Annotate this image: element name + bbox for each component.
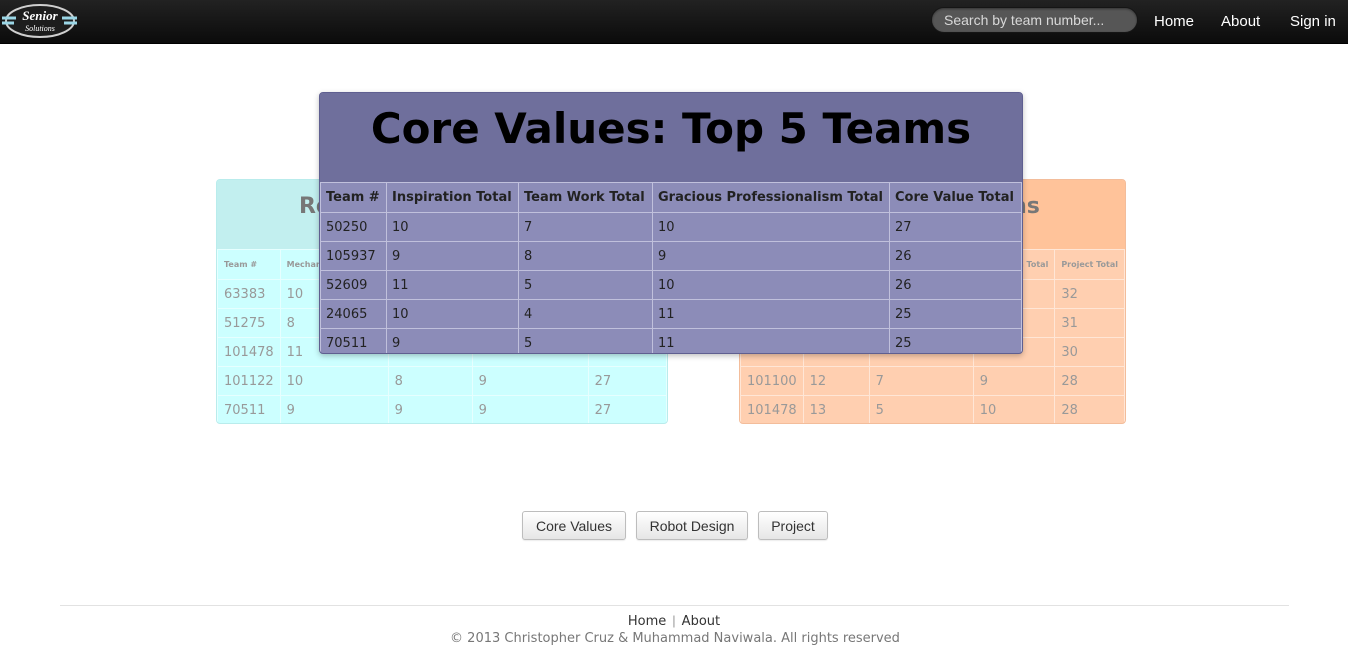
table-cell: 32 [1054,279,1125,309]
table-cell: 9 [471,395,589,423]
table-cell: 28 [1054,395,1125,423]
table-cell: 63383 [217,279,281,309]
table-cell: 25 [889,299,1022,329]
table-cell: 28 [1054,366,1125,396]
table-row: 101100 12 7 9 28 [740,366,1125,396]
footer-divider [60,605,1289,606]
table-cell: 26 [889,270,1022,300]
table-cell: 8 [387,366,473,396]
table-header-row: Team # Inspiration Total Team Work Total… [320,182,1022,213]
table-cell: 31 [1054,308,1125,338]
table-cell: 101478 [740,395,804,423]
search-input[interactable] [931,7,1138,33]
table-cell: 12 [802,366,870,396]
table-cell: 9 [387,395,473,423]
table-cell: 101100 [740,366,804,396]
svg-text:Senior: Senior [22,8,58,23]
table-cell: 8 [518,241,653,271]
table-row: 70511 9 9 9 27 [217,395,667,423]
core-values-button[interactable]: Core Values [522,511,626,540]
table-cell: 70511 [320,328,387,353]
table-cell: 105937 [320,241,387,271]
core-values-table: Team # Inspiration Total Team Work Total… [320,182,1022,353]
table-cell: 11 [386,270,519,300]
copyright-text: © 2013 Christopher Cruz & Muhammad Naviw… [450,631,900,646]
svg-text:Solutions: Solutions [25,24,55,33]
table-cell: 27 [587,366,667,396]
table-cell: 9 [471,366,589,396]
table-cell: 25 [889,328,1022,353]
table-row: 105937 9 8 9 26 [320,241,1022,271]
table-row: 50250 10 7 10 27 [320,212,1022,242]
table-cell: 11 [652,299,890,329]
table-cell: 7 [518,212,653,242]
table-cell: 10 [386,212,519,242]
column-header-core-value-total: Core Value Total [889,182,1022,213]
table-cell: 9 [652,241,890,271]
table-row: 52609 11 5 10 26 [320,270,1022,300]
table-cell: 50250 [320,212,387,242]
table-cell: 27 [587,395,667,423]
robot-design-button[interactable]: Robot Design [636,511,748,540]
footer-links: Home | About [0,613,1348,629]
column-header-team-work-total: Team Work Total [518,182,653,213]
table-row: 24065 10 4 11 25 [320,299,1022,329]
table-cell: 9 [972,366,1056,396]
table-cell: 10 [652,212,890,242]
table-cell: 10 [279,366,389,396]
table-cell: 24065 [320,299,387,329]
column-header-gracious-professionalism-total: Gracious Professionalism Total [652,182,890,213]
navbar: Senior Solutions Home About Sign in [0,0,1348,44]
table-cell: 4 [518,299,653,329]
nav-link-sign-in[interactable]: Sign in [1290,13,1336,30]
table-cell: 5 [868,395,974,423]
table-cell: 51275 [217,308,281,338]
senior-solutions-logo[interactable]: Senior Solutions [0,2,78,40]
column-header: Team # [217,249,281,280]
footer-link-about[interactable]: About [682,614,720,629]
table-row: 101478 13 5 10 28 [740,395,1125,423]
core-values-title: Core Values: Top 5 Teams [370,104,972,153]
table-cell: 101478 [217,337,281,367]
table-cell: 9 [386,328,519,353]
table-cell: 5 [518,328,653,353]
footer-separator: | [672,613,676,628]
table-cell: 27 [889,212,1022,242]
nav-link-about[interactable]: About [1221,13,1260,30]
core-values-header: Core Values: Top 5 Teams [320,93,1022,182]
table-row: 70511 9 5 11 25 [320,328,1022,353]
table-cell: 13 [802,395,870,423]
table-row: 101122 10 8 9 27 [217,366,667,396]
table-cell: 52609 [320,270,387,300]
nav-link-home[interactable]: Home [1154,13,1194,30]
table-cell: 7 [868,366,974,396]
table-cell: 9 [279,395,389,423]
column-header-inspiration-total: Inspiration Total [386,182,519,213]
table-cell: 10 [652,270,890,300]
table-cell: 101122 [217,366,281,396]
table-cell: 9 [386,241,519,271]
footer-link-home[interactable]: Home [628,614,666,629]
column-header-team-number: Team # [320,182,387,213]
table-cell: 5 [518,270,653,300]
table-cell: 10 [386,299,519,329]
project-button[interactable]: Project [758,511,828,540]
table-cell: 26 [889,241,1022,271]
table-cell: 70511 [217,395,281,423]
core-values-panel: Core Values: Top 5 Teams Team # Inspirat… [319,92,1023,354]
table-cell: 30 [1054,337,1125,367]
table-cell: 11 [652,328,890,353]
column-header: Project Total [1054,249,1125,280]
table-cell: 10 [972,395,1056,423]
